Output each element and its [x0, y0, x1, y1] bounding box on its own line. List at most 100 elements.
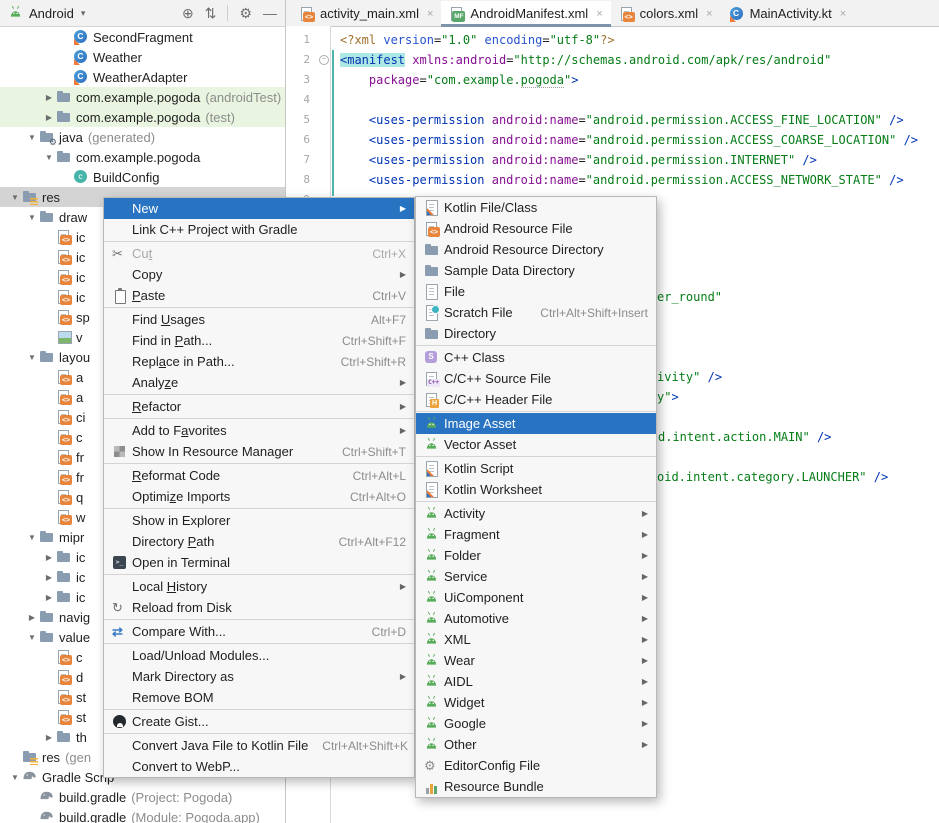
- tree-expanded-arrow-icon[interactable]: ▼: [42, 153, 56, 162]
- menu-item-directory[interactable]: Directory: [416, 323, 656, 344]
- tab-mainactivity-kt[interactable]: CMainActivity.kt×: [721, 1, 855, 26]
- tree-expanded-arrow-icon[interactable]: ▼: [25, 353, 39, 362]
- menu-item-service[interactable]: Service▶: [416, 566, 656, 587]
- menu-item-other[interactable]: Other▶: [416, 734, 656, 755]
- menu-item-c-class[interactable]: SC++ Class: [416, 347, 656, 368]
- tree-expanded-arrow-icon[interactable]: ▼: [8, 773, 22, 782]
- menu-item-widget[interactable]: Widget▶: [416, 692, 656, 713]
- tab-colors-xml[interactable]: <>colors.xml×: [611, 1, 721, 26]
- code-line[interactable]: 1<?xml version="1.0" encoding="utf-8"?>: [286, 30, 939, 50]
- tree-expanded-arrow-icon[interactable]: ▼: [25, 533, 39, 542]
- locate-file-icon[interactable]: ⊕: [182, 5, 194, 21]
- menu-item-new[interactable]: New▶: [104, 198, 414, 219]
- tab-activity-main-xml[interactable]: <>activity_main.xml×: [291, 1, 441, 26]
- menu-item-fragment[interactable]: Fragment▶: [416, 524, 656, 545]
- menu-item-automotive[interactable]: Automotive▶: [416, 608, 656, 629]
- menu-item-convert-to-webp[interactable]: Convert to WebP...: [104, 756, 414, 777]
- close-icon[interactable]: ×: [427, 8, 433, 20]
- tree-item-java[interactable]: ▼⚙java(generated): [0, 127, 285, 147]
- menu-item-paste[interactable]: PasteCtrl+V: [104, 285, 414, 306]
- tree-expanded-arrow-icon[interactable]: ▼: [25, 213, 39, 222]
- menu-item-c-c-header-file[interactable]: HC/C++ Header File: [416, 389, 656, 410]
- code-area[interactable]: 1<?xml version="1.0" encoding="utf-8"?>2…: [286, 30, 939, 210]
- close-icon[interactable]: ×: [840, 8, 846, 20]
- tree-item-build-gradle[interactable]: build.gradle(Module: Pogoda.app): [0, 807, 285, 823]
- tree-item-build-gradle[interactable]: build.gradle(Project: Pogoda): [0, 787, 285, 807]
- tree-item-buildconfig[interactable]: cBuildConfig: [0, 167, 285, 187]
- menu-item-image-asset[interactable]: Image Asset: [416, 413, 656, 434]
- project-view-selector[interactable]: Android: [29, 6, 74, 21]
- menu-item-android-resource-file[interactable]: <>Android Resource File: [416, 218, 656, 239]
- menu-item-find-in-path[interactable]: Find in Path...Ctrl+Shift+F: [104, 330, 414, 351]
- close-icon[interactable]: ×: [706, 8, 712, 20]
- tree-expanded-arrow-icon[interactable]: ▼: [25, 133, 39, 142]
- menu-item-reformat-code[interactable]: Reformat CodeCtrl+Alt+L: [104, 465, 414, 486]
- code-line[interactable]: 7 <uses-permission android:name="android…: [286, 150, 939, 170]
- gear-icon[interactable]: ⚙: [239, 5, 252, 21]
- tree-item-com-example-pogoda[interactable]: ▶com.example.pogoda(androidTest): [0, 87, 285, 107]
- tree-collapsed-arrow-icon[interactable]: ▶: [42, 113, 56, 122]
- tree-collapsed-arrow-icon[interactable]: ▶: [42, 573, 56, 582]
- code-line[interactable]: 6 <uses-permission android:name="android…: [286, 130, 939, 150]
- menu-item-add-to-favorites[interactable]: Add to Favorites▶: [104, 420, 414, 441]
- code-line[interactable]: 4: [286, 90, 939, 110]
- menu-item-analyze[interactable]: Analyze▶: [104, 372, 414, 393]
- menu-item-local-history[interactable]: Local History▶: [104, 576, 414, 597]
- tree-item-weatheradapter[interactable]: CWeatherAdapter: [0, 67, 285, 87]
- menu-item-copy[interactable]: Copy▶: [104, 264, 414, 285]
- menu-item-cut[interactable]: ✂CutCtrl+X: [104, 243, 414, 264]
- menu-item-scratch-file[interactable]: Scratch FileCtrl+Alt+Shift+Insert: [416, 302, 656, 323]
- menu-item-google[interactable]: Google▶: [416, 713, 656, 734]
- menu-item-directory-path[interactable]: Directory PathCtrl+Alt+F12: [104, 531, 414, 552]
- menu-item-load-unload-modules[interactable]: Load/Unload Modules...: [104, 645, 414, 666]
- code-line[interactable]: 3 package="com.example.pogoda">: [286, 70, 939, 90]
- code-line[interactable]: 8 <uses-permission android:name="android…: [286, 170, 939, 190]
- tree-item-com-example-pogoda[interactable]: ▼com.example.pogoda: [0, 147, 285, 167]
- menu-item-show-in-explorer[interactable]: Show in Explorer: [104, 510, 414, 531]
- menu-item-kotlin-worksheet[interactable]: Kotlin Worksheet: [416, 479, 656, 500]
- menu-item-folder[interactable]: Folder▶: [416, 545, 656, 566]
- menu-item-compare-with[interactable]: ⇄Compare With...Ctrl+D: [104, 621, 414, 642]
- collapse-all-icon[interactable]: ⇅: [205, 5, 217, 21]
- tree-expanded-arrow-icon[interactable]: ▼: [25, 633, 39, 642]
- menu-item-find-usages[interactable]: Find UsagesAlt+F7: [104, 309, 414, 330]
- code-line[interactable]: 5 <uses-permission android:name="android…: [286, 110, 939, 130]
- tree-item-com-example-pogoda[interactable]: ▶com.example.pogoda(test): [0, 107, 285, 127]
- tree-collapsed-arrow-icon[interactable]: ▶: [25, 613, 39, 622]
- menu-item-create-gist[interactable]: Create Gist...: [104, 711, 414, 732]
- menu-item-editorconfig-file[interactable]: ⚙EditorConfig File: [416, 755, 656, 776]
- tree-collapsed-arrow-icon[interactable]: ▶: [42, 593, 56, 602]
- menu-item-activity[interactable]: Activity▶: [416, 503, 656, 524]
- tree-collapsed-arrow-icon[interactable]: ▶: [42, 733, 56, 742]
- menu-item-link-c-project-with-gradle[interactable]: Link C++ Project with Gradle: [104, 219, 414, 240]
- tree-collapsed-arrow-icon[interactable]: ▶: [42, 553, 56, 562]
- menu-item-uicomponent[interactable]: UiComponent▶: [416, 587, 656, 608]
- menu-item-reload-from-disk[interactable]: ↻Reload from Disk: [104, 597, 414, 618]
- menu-item-c-c-source-file[interactable]: C++C/C++ Source File: [416, 368, 656, 389]
- menu-item-aidl[interactable]: AIDL▶: [416, 671, 656, 692]
- tree-item-weather[interactable]: CWeather: [0, 47, 285, 67]
- menu-item-mark-directory-as[interactable]: Mark Directory as▶: [104, 666, 414, 687]
- menu-item-remove-bom[interactable]: Remove BOM: [104, 687, 414, 708]
- close-icon[interactable]: ×: [596, 8, 602, 20]
- menu-item-optimize-imports[interactable]: Optimize ImportsCtrl+Alt+O: [104, 486, 414, 507]
- menu-item-xml[interactable]: XML▶: [416, 629, 656, 650]
- menu-item-kotlin-script[interactable]: Kotlin Script: [416, 458, 656, 479]
- hide-panel-icon[interactable]: —: [263, 5, 277, 21]
- menu-item-kotlin-file-class[interactable]: Kotlin File/Class: [416, 197, 656, 218]
- menu-item-vector-asset[interactable]: Vector Asset: [416, 434, 656, 455]
- menu-item-show-in-resource-manager[interactable]: Show In Resource ManagerCtrl+Shift+T: [104, 441, 414, 462]
- menu-item-convert-java-file-to-kotlin-file[interactable]: Convert Java File to Kotlin FileCtrl+Alt…: [104, 735, 414, 756]
- tab-androidmanifest-xml[interactable]: MFAndroidManifest.xml×: [441, 1, 610, 26]
- menu-item-replace-in-path[interactable]: Replace in Path...Ctrl+Shift+R: [104, 351, 414, 372]
- menu-item-refactor[interactable]: Refactor▶: [104, 396, 414, 417]
- menu-item-wear[interactable]: Wear▶: [416, 650, 656, 671]
- menu-item-resource-bundle[interactable]: Resource Bundle: [416, 776, 656, 797]
- tree-expanded-arrow-icon[interactable]: ▼: [8, 193, 22, 202]
- tree-item-secondfragment[interactable]: CSecondFragment: [0, 27, 285, 47]
- menu-item-file[interactable]: File: [416, 281, 656, 302]
- menu-item-sample-data-directory[interactable]: Sample Data Directory: [416, 260, 656, 281]
- code-line[interactable]: 2<manifest xmlns:android="http://schemas…: [286, 50, 939, 70]
- menu-item-open-in-terminal[interactable]: >_Open in Terminal: [104, 552, 414, 573]
- tree-collapsed-arrow-icon[interactable]: ▶: [42, 93, 56, 102]
